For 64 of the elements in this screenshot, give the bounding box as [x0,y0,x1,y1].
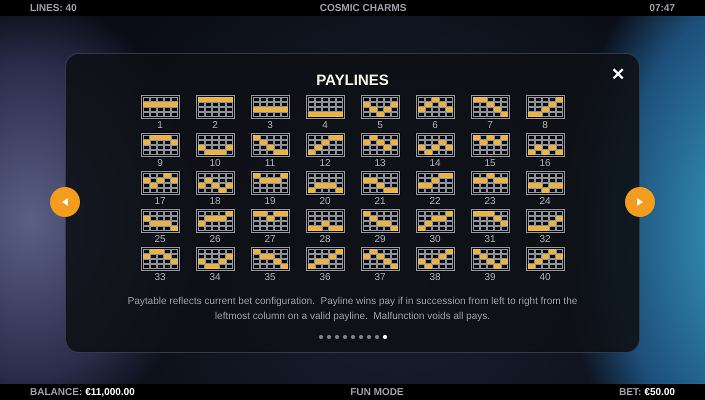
payline-number: 1 [157,120,163,131]
lines-count: LINES: 40 [30,2,77,14]
page-dot[interactable] [374,335,378,339]
payline-number: 2 [212,120,218,131]
payline-number: 5 [377,120,383,131]
payline-number: 37 [374,272,386,283]
payline-number: 33 [154,272,166,283]
bet-value: €50.00 [644,386,675,398]
payline-number: 9 [157,158,163,169]
bet-label: BET: [619,386,642,398]
payline-number: 10 [209,158,221,169]
page-dot[interactable] [358,335,362,339]
balance-label: BALANCE: [30,386,82,398]
game-title: COSMIC CHARMS [320,2,406,14]
payline-number: 32 [539,234,551,245]
left-triangle-icon [62,198,68,206]
payline-number: 14 [429,158,441,169]
page-dot[interactable] [318,335,322,339]
payline-number: 40 [539,272,551,283]
payline-number: 34 [209,272,221,283]
payline-number: 38 [429,272,441,283]
payline-number: 26 [209,234,221,245]
payline-number: 28 [319,234,331,245]
payline-number: 27 [264,234,276,245]
payline-number: 22 [429,196,441,207]
payline-number: 15 [484,158,496,169]
payline-number: 17 [154,196,166,207]
payline-number: 30 [429,234,441,245]
page-dot[interactable] [334,335,338,339]
payline-number: 24 [539,196,551,207]
next-page-button[interactable] [625,187,655,217]
payline-number: 35 [264,272,276,283]
payline-number: 4 [322,120,328,131]
payline-number: 23 [484,196,496,207]
payline-number: 25 [154,234,166,245]
close-button[interactable]: ✕ [609,64,627,85]
payline-number: 7 [487,120,493,131]
payline-number: 12 [319,158,331,169]
right-triangle-icon [637,198,643,206]
page-dot[interactable] [350,335,354,339]
mode-label: FUN MODE [350,386,404,398]
previous-page-button[interactable] [50,187,80,217]
page-dot[interactable] [382,335,386,339]
paytable-note: Paytable reflects current bet configuration. Payline wins pay if in succession from left to right from the leftmost column on a valid payline. Malfunction voids all pays. [126,295,578,324]
balance-value: €11,000.00 [85,386,135,398]
clock-time: 07:47 [649,2,675,14]
payline-number: 36 [319,272,331,283]
payline-number: 8 [542,120,548,131]
payline-number: 20 [319,196,331,207]
payline-number: 19 [264,196,276,207]
page-dot[interactable] [342,335,346,339]
panel-title: PAYLINES [316,72,389,89]
page-dot[interactable] [326,335,330,339]
payline-number: 6 [432,120,438,131]
payline-number: 39 [484,272,496,283]
payline-number: 18 [209,196,221,207]
payline-number: 29 [374,234,386,245]
payline-number: 11 [264,158,276,169]
payline-number: 13 [374,158,386,169]
page-dot[interactable] [366,335,370,339]
payline-number: 3 [267,120,273,131]
payline-number: 31 [484,234,496,245]
payline-number: 21 [374,196,386,207]
payline-number: 16 [539,158,551,169]
